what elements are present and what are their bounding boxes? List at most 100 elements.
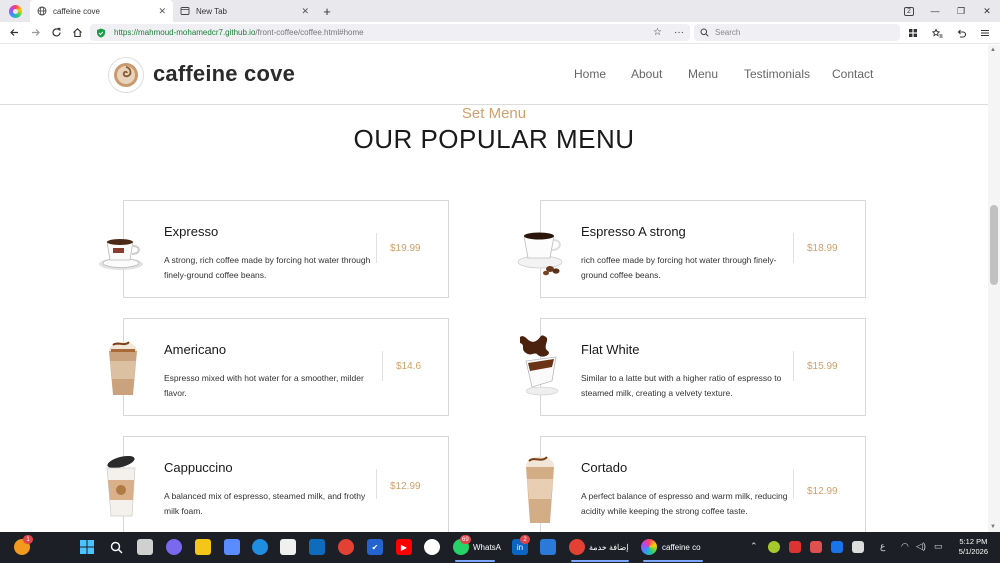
chevron-up-icon[interactable]: ⌃: [750, 541, 758, 552]
nav-testimonials[interactable]: Testimonials: [744, 67, 810, 81]
frappe-cup-image: [512, 450, 568, 523]
nav-about[interactable]: About: [631, 67, 662, 81]
grid-icon: [909, 29, 917, 37]
file-explorer-icon[interactable]: [195, 539, 211, 555]
new-tab-button[interactable]: +: [316, 0, 338, 22]
tray-app-icon[interactable]: [789, 541, 801, 553]
restore-button[interactable]: ❐: [948, 0, 974, 22]
star-icon[interactable]: ☆: [653, 27, 662, 38]
whatsapp-badge: 69: [460, 535, 471, 544]
windows-taskbar: 1 ✔ ▶ 69 WhatsA in 2 إضافة خدمة caffeine…: [0, 532, 1000, 563]
menu-button[interactable]: [976, 22, 994, 44]
menu-item-name: Americano: [164, 342, 227, 357]
brand-logo[interactable]: [108, 57, 144, 93]
teams-chat-icon[interactable]: [166, 539, 182, 555]
microsoft-store-icon[interactable]: [280, 539, 296, 555]
address-bar[interactable]: https://mahmoud-mohamedcr7.github.io/fro…: [90, 24, 690, 41]
menu-item-description: A perfect balance of espresso and warm m…: [581, 491, 788, 516]
wifi-icon[interactable]: ◠: [901, 541, 909, 552]
tray-app-icon[interactable]: [810, 541, 822, 553]
youtube-icon[interactable]: ▶: [396, 539, 412, 555]
browser-logo-icon[interactable]: [0, 0, 30, 22]
active-indicator: [643, 560, 703, 562]
volume-icon[interactable]: ◁): [916, 541, 926, 552]
tray-app-icon[interactable]: [768, 541, 780, 553]
bluetooth-icon[interactable]: [831, 541, 843, 553]
brand-name[interactable]: caffeine cove: [153, 61, 295, 87]
forward-button[interactable]: [25, 22, 46, 44]
menu-item-name: Flat White: [581, 342, 640, 357]
menu-card[interactable]: Cappuccino A balanced mix of espresso, s…: [123, 436, 449, 532]
nav-contact[interactable]: Contact: [832, 67, 873, 81]
menu-item-price: $12.99: [390, 481, 421, 492]
nav-home[interactable]: Home: [574, 67, 606, 81]
menu-item-description: A strong, rich coffee made by forcing ho…: [164, 255, 371, 280]
minimize-button[interactable]: —: [922, 0, 948, 22]
tray-app-icon[interactable]: [852, 541, 864, 553]
search-icon[interactable]: [108, 539, 124, 555]
nav-menu[interactable]: Menu: [688, 67, 718, 81]
card-divider: [382, 351, 383, 381]
system-clock[interactable]: 5:12 PM 5/1/2026: [959, 537, 988, 557]
tab-new-tab[interactable]: New Tab ✕: [173, 0, 316, 22]
battery-icon[interactable]: ▭: [934, 541, 943, 552]
card-divider: [793, 351, 794, 381]
language-indicator[interactable]: ع: [880, 541, 885, 552]
copilot-icon[interactable]: [224, 539, 240, 555]
active-indicator: [455, 560, 495, 562]
chrome-icon[interactable]: [338, 539, 354, 555]
vscode-icon[interactable]: [540, 539, 556, 555]
coffee-splash-image: [512, 331, 568, 401]
close-tab-icon[interactable]: ✕: [301, 6, 309, 17]
menu-item-price: $19.99: [390, 243, 421, 254]
menu-item-price: $12.99: [807, 486, 838, 497]
menu-item-description: Similar to a latte but with a higher rat…: [581, 373, 782, 398]
window-count-icon[interactable]: 2: [896, 0, 922, 22]
scroll-down-arrow-icon[interactable]: ▼: [990, 524, 996, 530]
menu-card[interactable]: Americano Espresso mixed with hot water …: [123, 318, 449, 416]
todo-icon[interactable]: ✔: [367, 539, 383, 555]
menu-card[interactable]: Espresso A strong rich coffee made by fo…: [540, 200, 866, 298]
espresso-cup-beans-image: [512, 215, 568, 285]
menu-item-description: A balanced mix of espresso, steamed milk…: [164, 491, 366, 516]
menu-card[interactable]: Expresso A strong, rich coffee made by f…: [123, 200, 449, 298]
close-window-button[interactable]: ✕: [974, 0, 1000, 22]
reload-button[interactable]: [46, 22, 67, 44]
new-tab-page-icon: [180, 6, 190, 16]
page-scrollbar[interactable]: ▲ ▼: [988, 45, 1000, 532]
scrollbar-thumb[interactable]: [990, 205, 998, 285]
reload-icon: [52, 27, 61, 37]
section-title: OUR POPULAR MENU: [353, 124, 635, 154]
active-indicator: [571, 560, 629, 562]
menu-card[interactable]: Flat White Similar to a latte but with a…: [540, 318, 866, 416]
more-options-icon[interactable]: ···: [674, 27, 684, 38]
home-button[interactable]: [67, 22, 88, 44]
github-icon[interactable]: [424, 539, 440, 555]
tab-caffeine-cove[interactable]: caffeine cove ✕: [30, 0, 173, 22]
search-icon: [700, 28, 709, 37]
bookmarks-button[interactable]: [928, 22, 946, 44]
menu-item-price: $15.99: [807, 361, 838, 372]
browser-tab-strip: caffeine cove ✕ New Tab ✕ + 2 — ❐ ✕: [0, 0, 1000, 22]
scroll-up-arrow-icon[interactable]: ▲: [990, 47, 996, 53]
extensions-button[interactable]: [904, 22, 922, 44]
search-field[interactable]: Search: [694, 24, 900, 41]
web-page: caffeine cove Home About Menu Testimonia…: [0, 45, 988, 532]
whatsapp-label[interactable]: WhatsA: [473, 543, 501, 552]
edge-browser-icon[interactable]: [252, 539, 268, 555]
menu-card[interactable]: Cortado A perfect balance of espresso an…: [540, 436, 866, 532]
close-tab-icon[interactable]: ✕: [158, 6, 166, 17]
outlook-icon[interactable]: [309, 539, 325, 555]
tab-label: caffeine cove: [53, 6, 100, 16]
chrome-icon[interactable]: [569, 539, 585, 555]
history-button[interactable]: [952, 22, 970, 44]
card-divider: [793, 469, 794, 499]
windows-start-icon[interactable]: [79, 539, 95, 555]
card-divider: [376, 233, 377, 263]
iced-coffee-image: [95, 331, 151, 401]
back-button[interactable]: [4, 22, 25, 44]
browser-window-label[interactable]: caffeine co: [662, 543, 701, 552]
browser-app-icon[interactable]: [641, 539, 657, 555]
chrome-window-label[interactable]: إضافة خدمة: [589, 543, 629, 552]
task-view-icon[interactable]: [137, 539, 153, 555]
